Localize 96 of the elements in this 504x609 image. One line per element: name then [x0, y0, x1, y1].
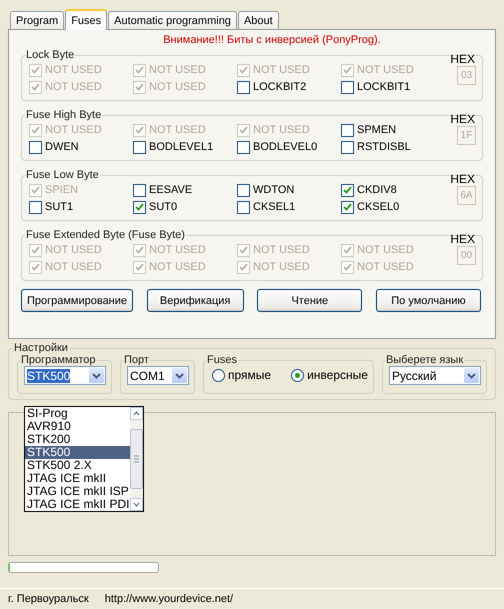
list-item[interactable]: STK500 2.X — [25, 459, 130, 472]
chevron-down-icon — [466, 372, 476, 378]
list-item[interactable]: JTAG ICE mkII ISP — [25, 485, 130, 498]
checkbox-label: NOT USED — [45, 81, 102, 93]
radio-label: инверсные — [307, 368, 368, 382]
scrollbar[interactable] — [130, 407, 143, 511]
scroll-down-button[interactable] — [130, 498, 143, 511]
checkbox-label: DWEN — [45, 141, 79, 153]
hex-label: HEX — [450, 232, 476, 246]
checkbox[interactable] — [237, 200, 250, 214]
checkbox[interactable] — [237, 140, 250, 154]
checkbox-label: NOT USED — [45, 244, 102, 256]
list-item[interactable]: AVR910 — [25, 420, 130, 433]
checkbox-label: NOT USED — [45, 124, 102, 136]
checkbox-label: SUT1 — [45, 201, 74, 213]
group-title: Выберете язык — [384, 354, 464, 366]
group-title: Fuse High Byte — [25, 109, 102, 121]
checkbox[interactable] — [237, 80, 250, 94]
checkbox-label: RSTDISBL — [357, 141, 411, 153]
group-title: Порт — [123, 354, 150, 366]
checkbox-label: SPIEN — [45, 184, 78, 196]
checkbox-label: NOT USED — [357, 261, 414, 273]
checkbox-label: NOT USED — [253, 261, 310, 273]
checkbox-label: BODLEVEL1 — [149, 141, 214, 153]
checkbox-label: CKDIV8 — [357, 184, 397, 196]
checkbox-label: NOT USED — [253, 124, 310, 136]
group-title: Fuse Extended Byte (Fuse Byte) — [25, 229, 186, 241]
checkbox-label: LOCKBIT2 — [253, 81, 306, 93]
checkbox[interactable] — [341, 184, 354, 196]
hex-field: 6A — [457, 186, 476, 205]
checkbox[interactable] — [29, 140, 42, 154]
checkbox-label: CKSEL0 — [357, 201, 400, 213]
checkbox[interactable] — [341, 200, 354, 214]
checkbox[interactable] — [29, 200, 42, 214]
hex-label: HEX — [450, 112, 476, 126]
hex-label: HEX — [450, 52, 476, 66]
action-button[interactable]: Программирование — [21, 289, 133, 312]
radio-button[interactable] — [212, 368, 225, 382]
checkbox-label: NOT USED — [149, 261, 206, 273]
checkbox-label: NOT USED — [149, 64, 206, 76]
list-item[interactable]: STK200 — [25, 433, 130, 446]
checkbox-label: CKSEL1 — [253, 201, 296, 213]
list-item[interactable]: SI-Prog — [25, 407, 130, 420]
checkbox[interactable] — [133, 184, 146, 196]
action-button[interactable]: Чтение — [257, 289, 362, 312]
checkbox-label: SPMEN — [357, 124, 396, 136]
chevron-down-icon — [92, 372, 101, 378]
checkbox-label: WDTON — [253, 184, 294, 196]
hex-field: 1F — [457, 126, 476, 145]
status-text: http://www.yourdevice.net/ — [104, 593, 234, 605]
status-text: г. Первоуральск — [8, 593, 89, 605]
checkbox-label: NOT USED — [357, 244, 414, 256]
tab[interactable]: About — [238, 11, 279, 29]
group-title: Lock Byte — [25, 49, 76, 61]
checkbox[interactable] — [133, 140, 146, 154]
tab[interactable]: Program — [10, 11, 64, 29]
checkbox[interactable] — [133, 200, 146, 214]
checkbox[interactable] — [341, 140, 354, 154]
checkbox-label: NOT USED — [253, 64, 310, 76]
list-item[interactable]: STK500 — [25, 446, 130, 459]
tab[interactable]: Automatic programming — [108, 11, 237, 29]
radio-button[interactable] — [291, 368, 304, 382]
language-select[interactable]: Русский — [388, 366, 481, 385]
checkbox-label: NOT USED — [149, 81, 206, 93]
checkbox-label: NOT USED — [45, 64, 102, 76]
checkbox[interactable] — [341, 80, 354, 94]
checkbox-label: NOT USED — [45, 261, 102, 273]
checkbox-label: NOT USED — [253, 244, 310, 256]
checkbox-label: EESAVE — [149, 184, 192, 196]
group-title: Настройки — [13, 342, 69, 354]
checkbox-label: SUT0 — [149, 201, 178, 213]
chevron-down-icon — [175, 372, 184, 378]
action-button[interactable]: По умолчанию — [376, 289, 481, 312]
programmer-select[interactable]: STK500 — [24, 366, 106, 385]
group-title: Fuse Low Byte — [25, 169, 100, 181]
action-button[interactable]: Верификация — [146, 289, 244, 312]
hex-field: 00 — [457, 246, 476, 265]
group-title: Fuses — [206, 354, 238, 366]
radio-label: прямые — [228, 368, 272, 382]
warning-text: Внимание!!! Биты с инверсией (PonyProg). — [162, 33, 382, 47]
port-select[interactable]: COM1 — [127, 366, 189, 385]
checkbox[interactable] — [341, 124, 354, 136]
group-title: Программатор — [20, 354, 97, 366]
checkbox-label: BODLEVEL0 — [253, 141, 318, 153]
checkbox-label: NOT USED — [149, 244, 206, 256]
checkbox-label: LOCKBIT1 — [357, 81, 410, 93]
checkbox-label: NOT USED — [149, 124, 206, 136]
list-item[interactable]: JTAG ICE mkII PDI — [25, 498, 130, 511]
scroll-thumb[interactable] — [130, 429, 143, 489]
hex-field: 03 — [457, 66, 476, 85]
checkbox[interactable] — [237, 184, 250, 196]
checkbox-label: NOT USED — [357, 64, 414, 76]
scroll-up-button[interactable] — [130, 407, 143, 420]
tab[interactable]: Fuses — [65, 9, 108, 30]
hex-label: HEX — [450, 172, 476, 186]
list-item[interactable]: JTAG ICE mkII — [25, 472, 130, 485]
